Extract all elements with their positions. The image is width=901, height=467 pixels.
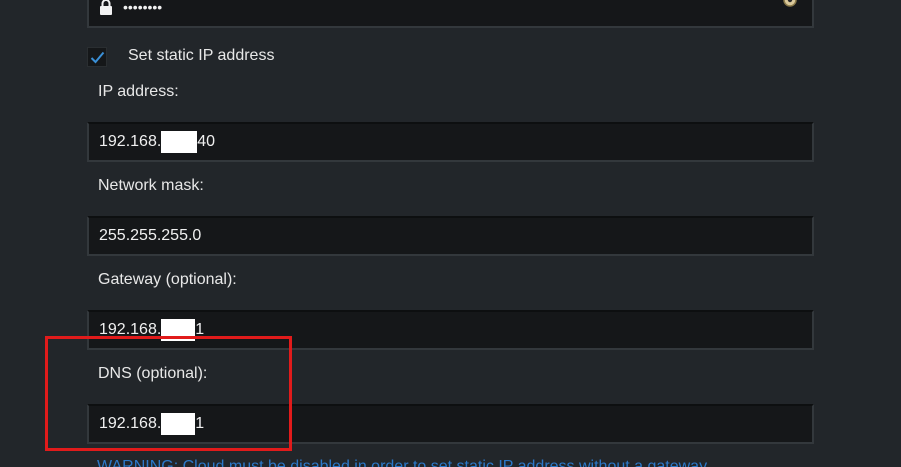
highlight-box: [45, 336, 292, 451]
password-field[interactable]: ••••••••: [87, 0, 814, 28]
ip-address-value-suffix: 40: [197, 133, 216, 150]
static-ip-label: Set static IP address: [128, 47, 275, 64]
gateway-label: Gateway (optional):: [98, 271, 237, 288]
ip-address-value-prefix: 192.168.: [99, 133, 162, 150]
network-mask-value: 255.255.255.0: [99, 227, 202, 244]
static-ip-checkbox[interactable]: [87, 47, 107, 67]
ip-address-input[interactable]: 192.168. 40: [87, 122, 814, 162]
checkmark-icon: [90, 51, 105, 64]
lock-icon: [99, 0, 113, 16]
cloud-warning-link[interactable]: WARNING: Cloud must be disabled in order…: [97, 458, 707, 467]
network-mask-label: Network mask:: [98, 177, 204, 194]
ip-address-label: IP address:: [98, 83, 179, 100]
password-value: ••••••••: [123, 0, 163, 15]
static-ip-settings-panel: •••••••• Set static IP address IP addres…: [0, 0, 901, 467]
redacted-block: [161, 131, 198, 153]
show-password-key-icon[interactable]: [782, 0, 808, 10]
network-mask-input[interactable]: 255.255.255.0: [87, 216, 814, 256]
